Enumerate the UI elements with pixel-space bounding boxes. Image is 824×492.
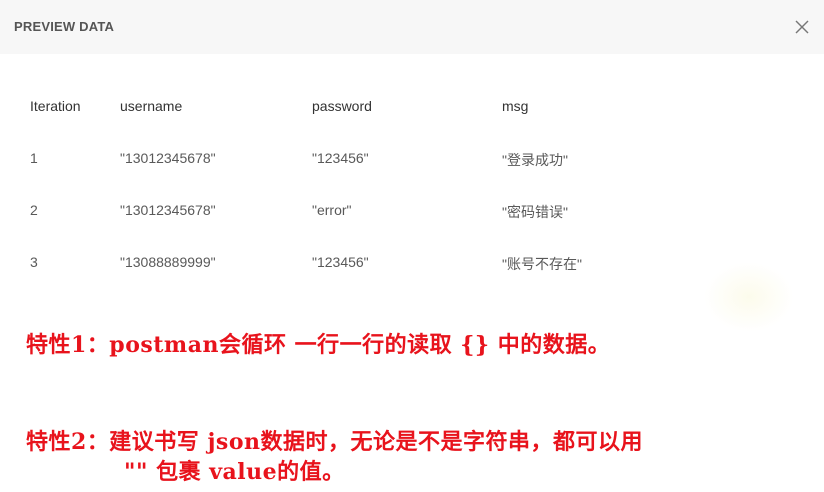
cell-password: "123456"	[312, 150, 369, 166]
table-row: 3 "13088889999" "123456" "账号不存在"	[0, 236, 824, 288]
cell-username: "13088889999"	[120, 254, 216, 270]
close-button[interactable]	[790, 15, 814, 39]
dialog-title: PREVIEW DATA	[14, 19, 115, 34]
close-icon	[795, 20, 809, 34]
dialog-header: PREVIEW DATA	[0, 0, 824, 54]
table-row: 1 "13012345678" "123456" "登录成功"	[0, 132, 824, 184]
column-header-username: username	[120, 98, 183, 114]
preview-data-dialog: PREVIEW DATA Iteration username password…	[0, 0, 824, 492]
annotation-note-1: 特性1：postman会循环 一行一行的读取 {} 中的数据。	[26, 332, 611, 358]
cell-password: "123456"	[312, 254, 369, 270]
cell-password: "error"	[312, 202, 352, 218]
cell-msg: "密码错误"	[502, 204, 568, 220]
cell-msg: "登录成功"	[502, 152, 568, 168]
cell-username: "13012345678"	[120, 150, 216, 166]
preview-table: Iteration username password msg 1 "13012…	[0, 80, 824, 288]
cell-iteration: 3	[30, 254, 38, 270]
column-header-password: password	[312, 98, 372, 114]
column-header-iteration: Iteration	[30, 98, 81, 114]
table-header-row: Iteration username password msg	[0, 80, 824, 132]
annotation-note-2-line-1: 特性2：建议书写 json数据时，无论是不是字符串，都可以用	[26, 429, 643, 455]
cell-iteration: 2	[30, 202, 38, 218]
background-smudge	[704, 262, 794, 332]
cell-msg: "账号不存在"	[502, 256, 582, 272]
cell-iteration: 1	[30, 150, 38, 166]
column-header-msg: msg	[502, 98, 529, 114]
annotation-note-2-line-2: "" 包裹 value的值。	[124, 459, 345, 485]
table-row: 2 "13012345678" "error" "密码错误"	[0, 184, 824, 236]
cell-username: "13012345678"	[120, 202, 216, 218]
